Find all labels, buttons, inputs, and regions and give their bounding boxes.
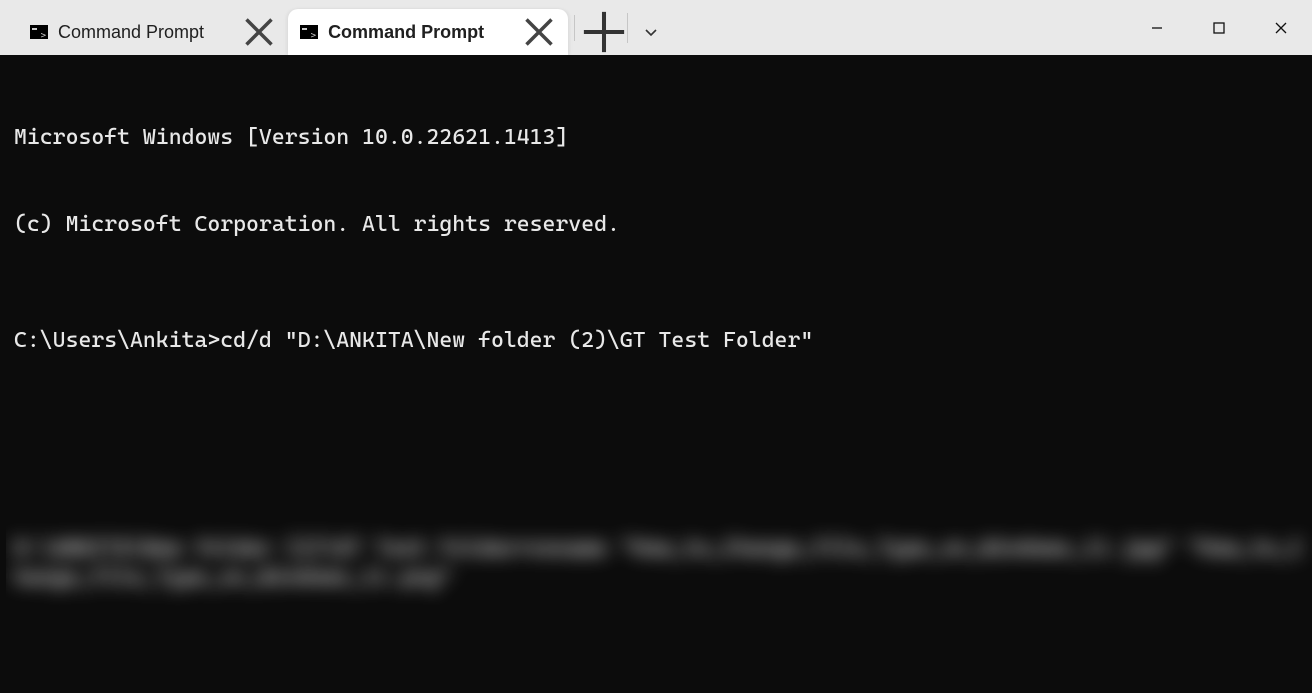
command-text: cd/d "D:\ANKITA\New folder (2)\GT Test F…: [220, 328, 813, 353]
terminal-output[interactable]: Microsoft Windows [Version 10.0.22621.14…: [6, 55, 1312, 693]
minimize-button[interactable]: [1126, 0, 1188, 55]
close-tab-button[interactable]: [244, 17, 274, 47]
copyright-line: (c) Microsoft Corporation. All rights re…: [14, 210, 1306, 239]
cmd-icon: [30, 25, 48, 39]
tab-title: Command Prompt: [58, 22, 204, 43]
tab-command-prompt-2-active[interactable]: Command Prompt: [288, 9, 568, 55]
new-tab-button[interactable]: [581, 9, 627, 55]
blurred-text: D:\ANKITA\New folder (2)\GT Test Folder>…: [14, 534, 1306, 592]
close-window-button[interactable]: [1250, 0, 1312, 55]
tab-command-prompt-1[interactable]: Command Prompt: [18, 9, 288, 55]
prompt: C:\Users\Ankita>: [14, 328, 220, 353]
cmd-icon: [300, 25, 318, 39]
plus-icon: [581, 9, 627, 55]
close-tab-button[interactable]: [524, 17, 554, 47]
tabs-container: Command Prompt Command Prompt: [0, 0, 674, 55]
titlebar: Command Prompt Command Prompt: [0, 0, 1312, 55]
close-icon: [1274, 21, 1288, 35]
command-line-1: C:\Users\Ankita>cd/d "D:\ANKITA\New fold…: [14, 326, 1306, 355]
tab-title: Command Prompt: [328, 22, 484, 43]
maximize-icon: [1212, 21, 1226, 35]
close-icon: [244, 17, 274, 47]
maximize-button[interactable]: [1188, 0, 1250, 55]
close-icon: [524, 17, 554, 47]
tabs-divider: [574, 15, 575, 41]
minimize-icon: [1150, 21, 1164, 35]
window-controls: [1126, 0, 1312, 55]
chevron-down-icon: [644, 25, 658, 39]
version-line: Microsoft Windows [Version 10.0.22621.14…: [14, 123, 1306, 152]
blurred-region: D:\ANKITA\New folder (2)\GT Test Folder>…: [14, 471, 1306, 659]
tab-dropdown-button[interactable]: [628, 9, 674, 55]
